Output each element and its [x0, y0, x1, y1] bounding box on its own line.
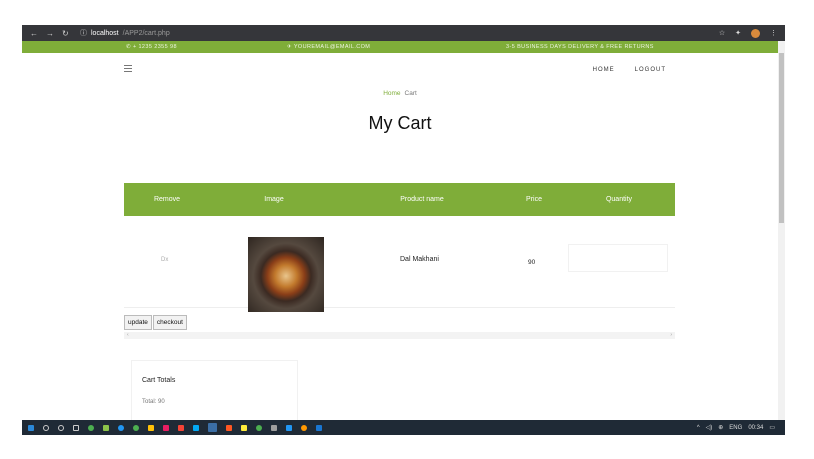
- remove-item-button[interactable]: Dx: [161, 257, 168, 263]
- table-row: Dx Dal Makhani 90: [124, 216, 675, 312]
- cart-totals-heading: Cart Totals: [142, 377, 176, 384]
- header-quantity: Quantity: [605, 196, 633, 203]
- browser-actions: ☆ ✦ ⋮: [719, 28, 785, 38]
- system-tray: ^ ◁) ⊕ ENG 00:34 ▭: [697, 424, 785, 432]
- task-view-icon[interactable]: [73, 424, 79, 431]
- profile-avatar[interactable]: [751, 28, 760, 38]
- cortana-icon[interactable]: [58, 424, 64, 431]
- header-price: Price: [526, 196, 542, 203]
- forward-icon[interactable]: →: [46, 29, 54, 38]
- tray-chevron-icon[interactable]: ^: [697, 425, 700, 431]
- product-image: [248, 237, 324, 312]
- breadcrumb: Home Cart: [22, 90, 778, 97]
- app-icon[interactable]: [301, 424, 307, 431]
- bookmark-star-icon[interactable]: ☆: [719, 29, 725, 37]
- browser-toolbar: ← → ↻ ⓘ localhost/APP2/cart.php ☆ ✦ ⋮: [22, 25, 785, 41]
- app-icon[interactable]: [163, 424, 169, 431]
- page-title: My Cart: [368, 113, 432, 133]
- phone-text: ✆ + 1235 2355 98: [126, 44, 177, 50]
- header-image: Image: [264, 196, 284, 203]
- url-host: localhost: [91, 29, 119, 37]
- vertical-scrollbar[interactable]: [778, 41, 785, 420]
- browser-window: ← → ↻ ⓘ localhost/APP2/cart.php ☆ ✦ ⋮ ✆ …: [22, 25, 785, 435]
- address-bar[interactable]: ⓘ localhost/APP2/cart.php: [80, 28, 170, 38]
- clock[interactable]: 00:34: [748, 425, 763, 431]
- file-explorer-icon[interactable]: [148, 424, 154, 431]
- language-indicator[interactable]: ENG: [729, 425, 742, 431]
- browser-nav: ← → ↻: [22, 29, 80, 38]
- checkout-button[interactable]: checkout: [152, 315, 187, 330]
- app-icon[interactable]: [103, 424, 109, 431]
- scrollbar-thumb[interactable]: [779, 53, 784, 223]
- notifications-icon[interactable]: ▭: [769, 424, 775, 431]
- quantity-input[interactable]: [568, 244, 668, 272]
- taskbar-apps: [22, 423, 322, 432]
- cart-actions: update checkout: [124, 315, 187, 330]
- chrome-icon[interactable]: [133, 424, 139, 431]
- nav-home-link[interactable]: HOME: [593, 67, 615, 73]
- app-icon[interactable]: [241, 424, 247, 431]
- cart-total-value: Total: 90: [142, 399, 165, 405]
- breadcrumb-current: Cart: [404, 90, 417, 97]
- app-icon[interactable]: [178, 424, 184, 431]
- app-icon[interactable]: [193, 424, 199, 431]
- shipping-text: 3-5 BUSINESS DAYS DELIVERY & FREE RETURN…: [506, 44, 654, 50]
- vscode-icon[interactable]: [286, 424, 292, 431]
- edge-icon[interactable]: [118, 424, 124, 431]
- volume-icon[interactable]: ◁): [706, 424, 713, 431]
- network-icon[interactable]: ⊕: [718, 424, 723, 431]
- info-icon[interactable]: ⓘ: [80, 28, 87, 38]
- app-icon[interactable]: [271, 424, 277, 431]
- active-app-icon[interactable]: [208, 423, 217, 432]
- scroll-left-icon[interactable]: ‹: [127, 332, 129, 338]
- search-icon[interactable]: [43, 424, 49, 431]
- top-nav: HOME LOGOUT: [593, 67, 666, 73]
- menu-dots-icon[interactable]: ⋮: [770, 29, 777, 37]
- email-text: ✈ YOUREMAIL@EMAIL.COM: [287, 44, 371, 50]
- extension-icon[interactable]: ✦: [735, 29, 741, 37]
- reload-icon[interactable]: ↻: [62, 29, 69, 38]
- app-icon[interactable]: [226, 424, 232, 431]
- app-icon[interactable]: [316, 424, 322, 431]
- url-path: /APP2/cart.php: [122, 29, 170, 37]
- header-remove: Remove: [153, 196, 181, 203]
- nav-logout-link[interactable]: LOGOUT: [635, 67, 666, 73]
- update-button[interactable]: update: [124, 315, 152, 330]
- cart-page: HOME LOGOUT Home Cart My Cart Remove Imag…: [22, 53, 778, 420]
- scroll-right-icon[interactable]: ›: [670, 332, 672, 338]
- header-product-name: Product name: [400, 196, 444, 203]
- app-icon[interactable]: [256, 424, 262, 431]
- windows-start-icon[interactable]: [28, 424, 34, 431]
- app-icon[interactable]: [88, 424, 94, 431]
- taskbar: ^ ◁) ⊕ ENG 00:34 ▭: [22, 420, 785, 435]
- cart-table-header: Remove Image Product name Price Quantity: [124, 183, 675, 216]
- cart-totals-box: Cart Totals Total: 90: [131, 360, 298, 420]
- hamburger-menu-icon[interactable]: [124, 65, 132, 74]
- horizontal-scrollbar[interactable]: ‹ ›: [124, 332, 675, 339]
- product-price: 90: [528, 259, 536, 266]
- top-info-bar: ✆ + 1235 2355 98 ✈ YOUREMAIL@EMAIL.COM 3…: [22, 41, 778, 53]
- back-icon[interactable]: ←: [30, 29, 38, 38]
- breadcrumb-home-link[interactable]: Home: [383, 90, 400, 97]
- product-name: Dal Makhani: [400, 256, 439, 263]
